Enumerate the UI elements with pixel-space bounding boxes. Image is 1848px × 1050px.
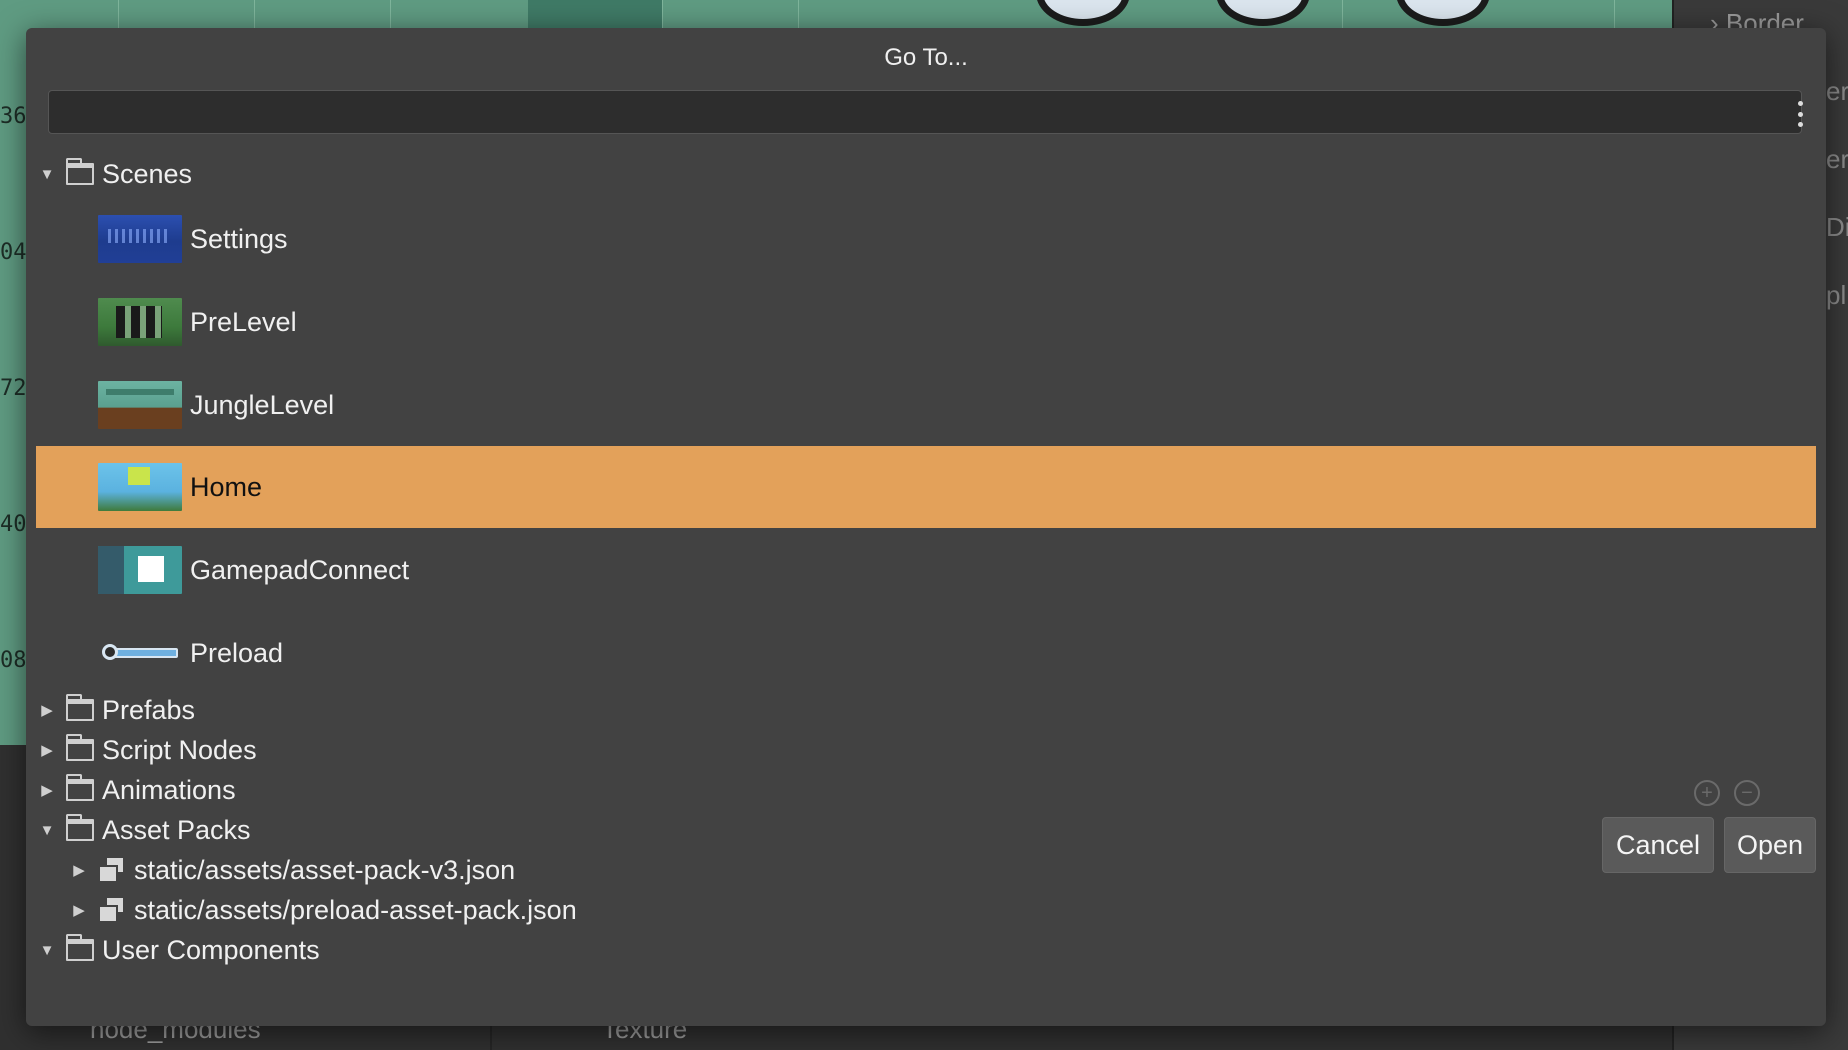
scene-label: Settings [190, 223, 288, 254]
grid-line [254, 0, 255, 30]
scene-item-preload[interactable]: Preload [36, 612, 1816, 694]
cancel-button[interactable]: Cancel [1602, 817, 1714, 873]
scene-thumbnail [98, 629, 182, 677]
tree-folder-label: Asset Packs [102, 814, 251, 845]
chevron-right-icon[interactable]: ▶ [36, 699, 58, 721]
scene-label: GamepadConnect [190, 554, 410, 585]
zoom-out-icon[interactable]: − [1734, 780, 1760, 806]
wheel-sprite [1396, 0, 1490, 26]
folder-icon [66, 694, 94, 721]
chevron-right-icon[interactable]: ▶ [36, 779, 58, 801]
tree-folder-animations[interactable]: ▶ Animations [36, 770, 1816, 810]
tree-item-asset-pack[interactable]: ▶ static/assets/asset-pack-v3.json [36, 850, 1816, 890]
ruler-tick: 40 [0, 512, 27, 537]
scene-tile [528, 0, 662, 30]
scene-label: PreLevel [190, 306, 297, 337]
grid-line [798, 0, 799, 30]
chevron-right-icon[interactable]: ▶ [68, 899, 90, 921]
scene-item-prelevel[interactable]: PreLevel [36, 281, 1816, 363]
folder-icon [66, 934, 94, 961]
ruler-tick: 08 [0, 648, 27, 673]
chevron-down-icon[interactable]: ▼ [36, 819, 58, 841]
tree-folder-label: User Components [102, 934, 320, 965]
dialog-title: Go To... [884, 44, 968, 71]
grid-line [390, 0, 391, 30]
chevron-down-icon[interactable]: ▼ [36, 939, 58, 961]
inspector-label: pl [1826, 280, 1847, 310]
grid-line [118, 0, 119, 30]
wheel-sprite [1216, 0, 1310, 26]
inspector-label: er [1826, 144, 1848, 174]
grid-line [1342, 0, 1343, 30]
more-options-icon[interactable] [1790, 98, 1810, 130]
tree-folder-label: Prefabs [102, 694, 196, 725]
goto-tree[interactable]: ▼ Scenes Settings PreLevel JungleLevel H… [36, 146, 1816, 982]
tree-folder-script-nodes[interactable]: ▶ Script Nodes [36, 730, 1816, 770]
tree-item-asset-pack[interactable]: ▶ static/assets/preload-asset-pack.json [36, 890, 1816, 930]
scene-item-gamepadconnect[interactable]: GamepadConnect [36, 529, 1816, 611]
open-button[interactable]: Open [1724, 817, 1816, 873]
ruler-tick: 04 [0, 240, 27, 265]
scene-item-settings[interactable]: Settings [36, 198, 1816, 280]
zoom-in-icon[interactable]: + [1694, 780, 1720, 806]
wheel-sprite [1036, 0, 1130, 26]
asset-pack-icon [98, 856, 126, 884]
scene-thumbnail [98, 546, 182, 594]
scene-thumbnail [98, 215, 182, 263]
asset-pack-icon [98, 896, 126, 924]
tree-item-label: static/assets/preload-asset-pack.json [134, 894, 577, 925]
scene-item-home[interactable]: Home [36, 446, 1816, 528]
goto-dialog: Go To... ▼ Scenes Settings PreLevel Jung… [26, 28, 1826, 1026]
scene-thumbnail [98, 381, 182, 429]
chevron-down-icon[interactable]: ▼ [36, 163, 58, 185]
tree-folder-asset-packs[interactable]: ▼ Asset Packs [36, 810, 1816, 850]
tree-folder-prefabs[interactable]: ▶ Prefabs [36, 690, 1816, 730]
chevron-right-icon[interactable]: ▶ [68, 859, 90, 881]
folder-icon [66, 158, 94, 185]
folder-icon [66, 734, 94, 761]
chevron-right-icon[interactable]: ▶ [36, 739, 58, 761]
folder-icon [66, 774, 94, 801]
inspector-label: Di [1826, 212, 1848, 242]
tree-folder-user-components[interactable]: ▼ User Components [36, 930, 1816, 970]
scene-thumbnail [98, 463, 182, 511]
search-input[interactable] [48, 90, 1802, 134]
scene-label: Home [190, 471, 263, 502]
tree-folder-label: Script Nodes [102, 734, 257, 765]
grid-line [1614, 0, 1615, 30]
tree-folder-label: Animations [102, 774, 236, 805]
scene-label: JungleLevel [190, 389, 335, 420]
tree-item-label: static/assets/asset-pack-v3.json [134, 854, 516, 885]
scene-thumbnail [98, 298, 182, 346]
folder-icon [66, 814, 94, 841]
scene-label: Preload [190, 637, 284, 668]
tree-folder-scenes[interactable]: ▼ Scenes [36, 154, 1816, 194]
tree-folder-label: Scenes [102, 158, 193, 189]
scene-item-junglelevel[interactable]: JungleLevel [36, 364, 1816, 446]
ruler-tick: 36 [0, 104, 27, 129]
ruler-tick: 72 [0, 376, 27, 401]
grid-line [662, 0, 663, 30]
inspector-label: er [1826, 76, 1848, 106]
